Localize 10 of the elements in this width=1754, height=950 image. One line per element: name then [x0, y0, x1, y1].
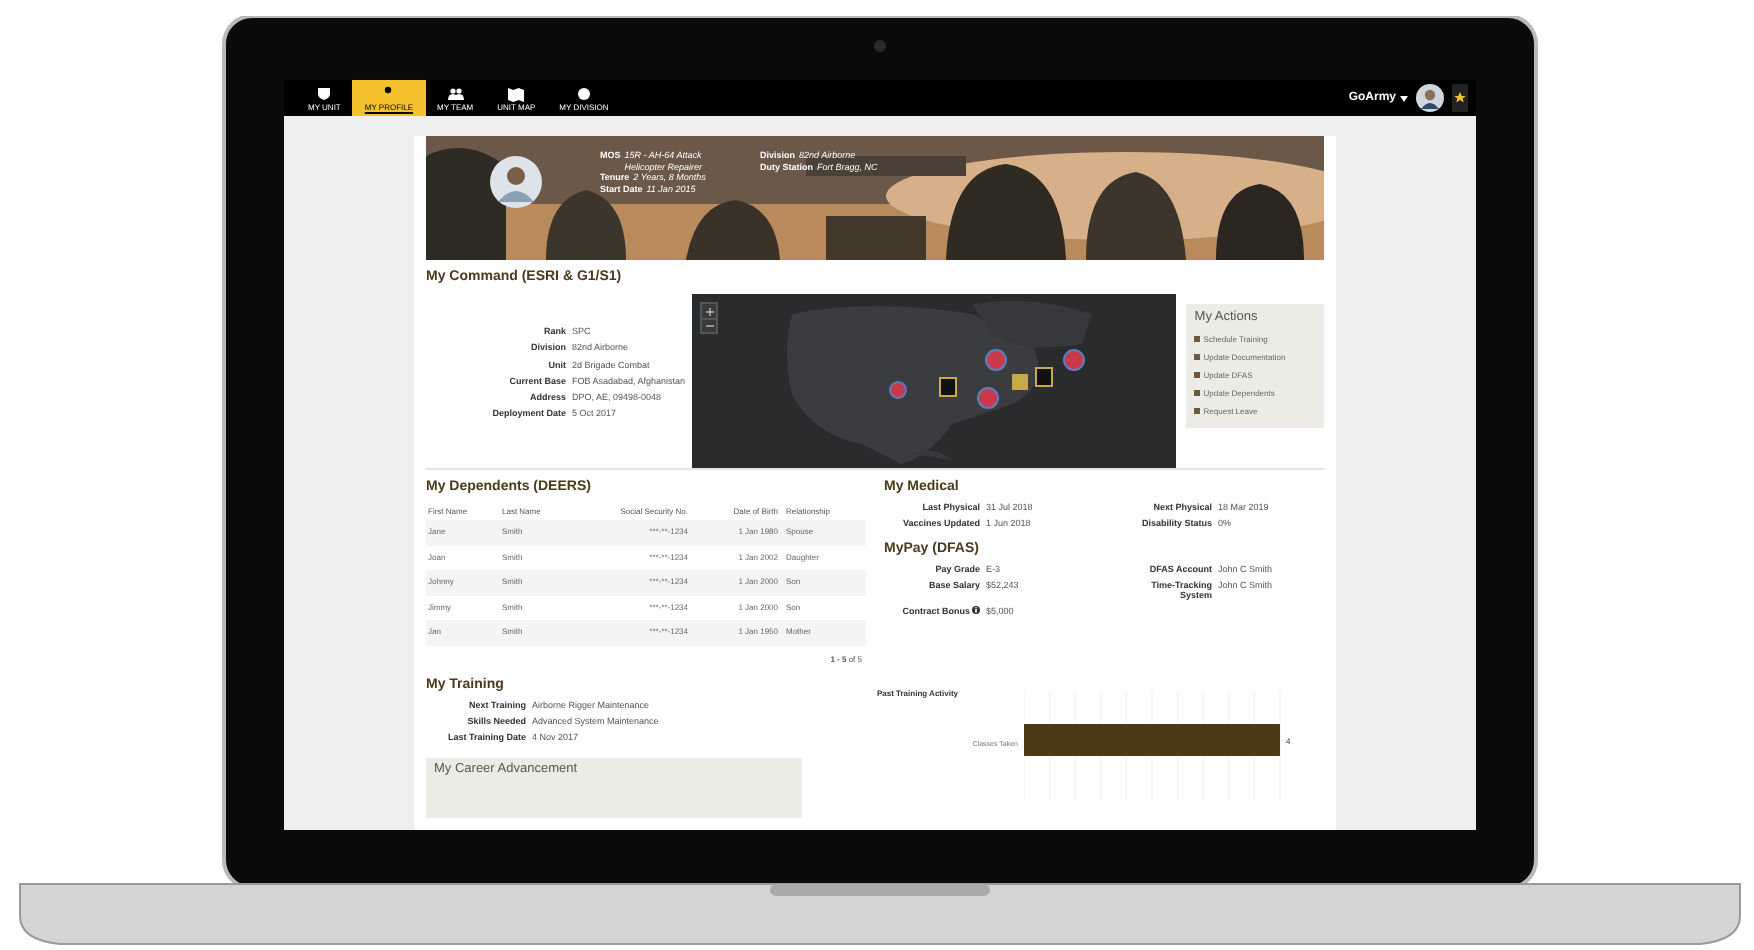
minus-icon [705, 322, 714, 330]
badge-icon [575, 85, 592, 101]
plus-icon [705, 307, 714, 315]
map-icon [508, 85, 525, 101]
avatar-icon [1416, 84, 1444, 112]
caret-icon [1400, 95, 1408, 101]
avatar-icon [490, 156, 542, 208]
zoom-out-button[interactable] [702, 318, 717, 332]
group-icon [447, 85, 464, 101]
zoom-in-button[interactable] [702, 304, 717, 318]
